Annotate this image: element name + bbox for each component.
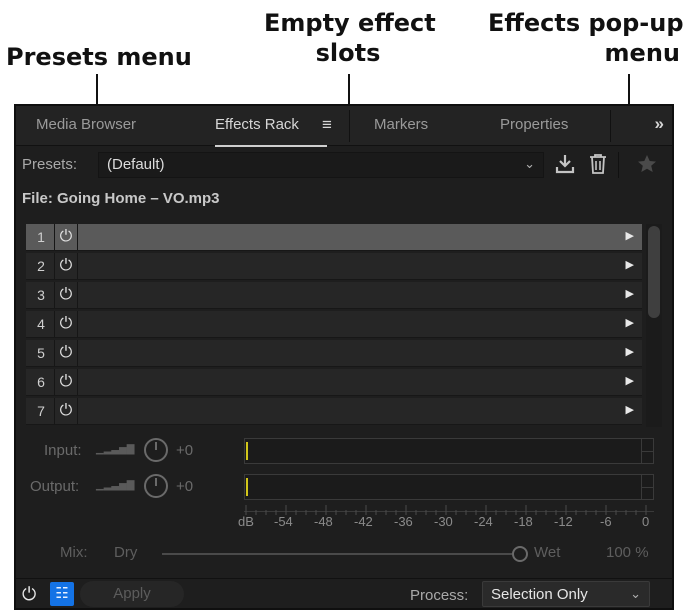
tab-divider [349,110,350,142]
effect-slot[interactable]: 1 ⏻ ▶ [26,224,642,251]
effect-menu-triangle-icon[interactable]: ▶ [626,229,634,242]
meter-peak-indicator [246,442,248,460]
input-gain-knob[interactable] [144,438,168,462]
callout-empty-effect-slots: Empty effect slots [264,9,436,67]
power-icon[interactable]: ⏻ [54,311,78,337]
panel-bottom-bar: ⏻ ☷ Apply Process: Selection Only ⌄ [16,578,672,610]
meter-scale-label: -48 [314,514,333,529]
effect-slot[interactable]: 7 ⏻ ▶ [26,398,642,425]
meter-peak-indicator [246,478,248,496]
meter-scale-label: -12 [554,514,573,529]
process-label: Process: [410,587,469,604]
slot-number: 6 [37,374,45,390]
delete-preset-icon[interactable] [588,153,608,179]
presets-dropdown[interactable]: (Default) ⌄ [98,152,544,178]
meter-scale-label: -24 [474,514,493,529]
meter-scale-label: 0 [642,514,650,529]
effect-menu-triangle-icon[interactable]: ▶ [626,345,634,358]
power-icon[interactable]: ⏻ [54,282,78,308]
callout-effects-popup-menu: Effects pop-up menu [488,9,684,67]
effect-slot[interactable]: 3 ⏻ ▶ [26,282,642,309]
output-gain-knob[interactable] [144,474,168,498]
effect-menu-triangle-icon[interactable]: ▶ [626,287,634,300]
process-dropdown[interactable]: Selection Only ⌄ [482,581,650,607]
power-icon[interactable]: ⏻ [54,398,78,424]
output-level-meter [244,474,654,500]
slot-number: 7 [37,403,45,419]
effect-slot[interactable]: 2 ⏻ ▶ [26,253,642,280]
effects-rack-panel: Media Browser Effects Rack ≡ Markers Pro… [14,104,674,610]
meter-scale-label: -54 [274,514,293,529]
toolbar-divider [618,152,619,178]
mix-label: Mix: [60,544,88,561]
meter-scale-ticks [244,502,654,515]
effect-slot[interactable]: 5 ⏻ ▶ [26,340,642,367]
slot-number: 4 [37,316,45,332]
effect-slot[interactable]: 6 ⏻ ▶ [26,369,642,396]
tab-menu-icon[interactable]: ≡ [322,115,332,135]
power-icon[interactable]: ⏻ [54,224,78,250]
effect-menu-triangle-icon[interactable]: ▶ [626,374,634,387]
input-gain-value: +0 [176,442,194,459]
save-preset-icon[interactable] [554,153,576,179]
power-icon[interactable]: ⏻ [54,253,78,279]
mix-percent-value: 100 % [606,544,649,561]
meter-clip-indicator[interactable] [641,439,653,463]
effect-menu-triangle-icon[interactable]: ▶ [626,258,634,271]
effect-slot-list: 1 ⏻ ▶ 2 ⏻ ▶ 3 ⏻ ▶ 4 ⏻ ▶ 5 ⏻ ▶ 6 ⏻ ▶ 7 ⏻ … [26,224,642,427]
effect-menu-triangle-icon[interactable]: ▶ [626,316,634,329]
mix-slider-track[interactable] [162,553,512,555]
meter-scale-label: dB [238,514,254,529]
power-icon[interactable]: ⏻ [54,340,78,366]
panel-overflow-icon[interactable]: » [655,114,664,134]
callout-presets-menu: Presets menu [6,43,192,71]
list-icon[interactable]: ☷ [50,582,74,606]
input-level-meter [244,438,654,464]
presets-row: Presets: (Default) ⌄ [16,150,672,180]
meter-scale-label: -18 [514,514,533,529]
effect-menu-triangle-icon[interactable]: ▶ [626,403,634,416]
power-icon[interactable]: ⏻ [54,369,78,395]
mix-slider-thumb[interactable] [512,546,528,562]
slot-number: 5 [37,345,45,361]
file-name-label: File: Going Home – VO.mp3 [22,190,220,207]
mix-dry-label: Dry [114,544,138,561]
output-label: Output: [30,478,80,495]
meter-scale-label: -36 [394,514,413,529]
slot-number: 3 [37,287,45,303]
tab-divider [610,110,611,142]
chevron-down-icon: ⌄ [630,586,641,601]
meter-scale-label: -42 [354,514,373,529]
meter-scale-label: -30 [434,514,453,529]
meter-clip-indicator[interactable] [641,475,653,499]
effect-slot[interactable]: 4 ⏻ ▶ [26,311,642,338]
panel-tab-bar: Media Browser Effects Rack ≡ Markers Pro… [16,106,672,147]
apply-button[interactable]: Apply [80,581,184,607]
tab-media-browser[interactable]: Media Browser [36,116,136,140]
output-gain-value: +0 [176,478,194,495]
tab-effects-rack[interactable]: Effects Rack [215,116,327,147]
slot-number: 2 [37,258,45,274]
chevron-down-icon: ⌄ [524,156,535,171]
input-level-bars-icon: ▁▂▃▅▇ [96,444,135,455]
power-icon[interactable]: ⏻ [22,584,36,605]
tab-markers[interactable]: Markers [374,116,428,140]
presets-value: (Default) [107,156,165,173]
tab-properties[interactable]: Properties [500,116,568,140]
output-level-bars-icon: ▁▂▃▅▇ [96,480,135,491]
favorite-icon[interactable] [636,153,658,179]
mix-wet-label: Wet [534,544,561,561]
process-value: Selection Only [491,586,588,603]
slot-number: 1 [37,229,45,245]
meter-scale-label: -6 [600,514,612,529]
slot-scrollbar-thumb[interactable] [648,226,660,318]
input-label: Input: [44,442,82,459]
presets-label: Presets: [22,156,78,173]
